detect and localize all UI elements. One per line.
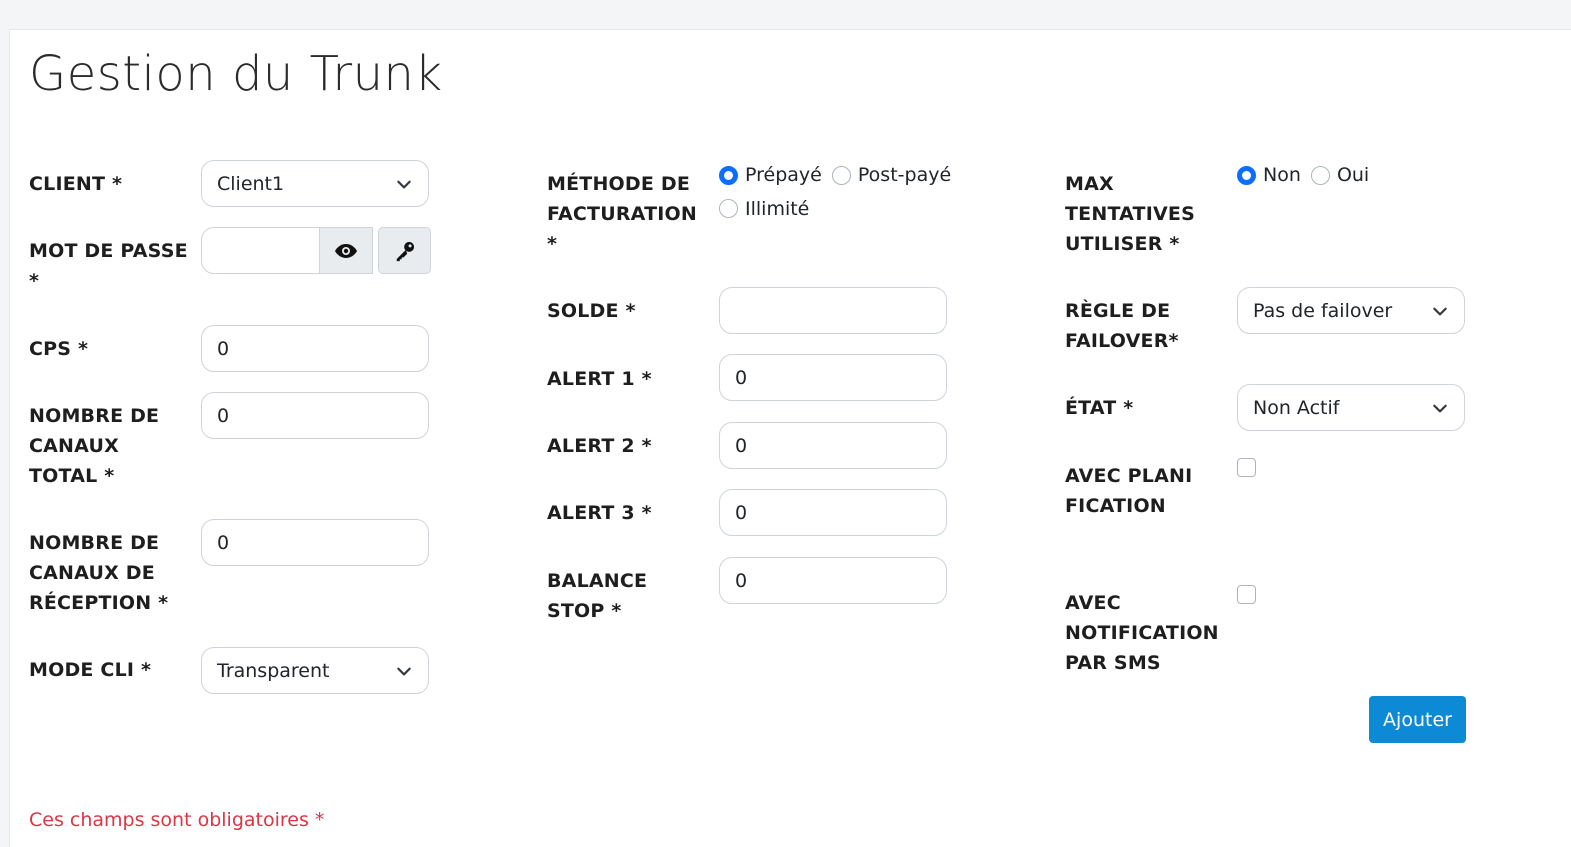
max-attempts-option-no[interactable]: Non (1237, 160, 1301, 190)
failover-rule-select[interactable]: Pas de failover (1237, 287, 1465, 334)
cli-mode-select[interactable]: Transparent (201, 647, 429, 694)
alert3-input[interactable] (719, 489, 947, 536)
failover-rule-label: RÈGLE DE FAILOVER* (1065, 300, 1179, 352)
billing-method-radios: Prépayé Post-payé Illimité (719, 160, 959, 227)
reception-channels-input[interactable] (201, 519, 429, 566)
planning-checkbox[interactable] (1237, 458, 1256, 477)
cli-mode-label: MODE CLI * (29, 659, 152, 681)
cps-label: CPS * (29, 338, 89, 360)
chevron-down-icon (397, 180, 411, 188)
client-select-value: Client1 (217, 172, 285, 195)
radio-label: Oui (1336, 164, 1370, 186)
password-label: MOT DE PASSE * (29, 240, 188, 292)
radio-label: Non (1263, 164, 1301, 186)
alert3-label: ALERT 3 * (547, 502, 652, 524)
radio-label: Post-payé (857, 164, 952, 186)
balance-input[interactable] (719, 287, 947, 334)
radio-label: Illimité (745, 197, 810, 220)
max-attempts-label: MAX TENTATIVES UTILISER * (1065, 173, 1195, 255)
alert2-input[interactable] (719, 422, 947, 469)
page-title: Gestion du Trunk (29, 46, 443, 102)
cps-input[interactable] (201, 325, 429, 372)
radio-label: Prépayé (745, 164, 822, 186)
radio-button[interactable] (719, 165, 738, 185)
required-fields-note: Ces champs sont obligatoires * (29, 809, 325, 831)
key-icon (396, 241, 414, 261)
reception-channels-label: NOMBRE DE CANAUX DE RÉCEPTION * (29, 532, 169, 614)
radio-button[interactable] (1237, 165, 1256, 185)
client-select[interactable]: Client1 (201, 160, 429, 207)
failover-rule-select-value: Pas de failover (1253, 299, 1393, 322)
planning-label: AVEC PLANIFICATION (1065, 465, 1193, 517)
max-attempts-option-yes[interactable]: Oui (1310, 160, 1370, 190)
password-group (201, 227, 431, 274)
billing-option-prepaid[interactable]: Prépayé (719, 160, 822, 190)
billing-option-unlimited[interactable]: Illimité (719, 194, 809, 224)
alert1-input[interactable] (719, 354, 947, 401)
radio-button[interactable] (831, 165, 851, 185)
balance-label: SOLDE * (547, 300, 636, 322)
radio-button[interactable] (719, 199, 738, 218)
state-label: ÉTAT * (1065, 397, 1134, 419)
client-label: CLIENT * (29, 173, 123, 195)
cli-mode-select-value: Transparent (217, 659, 330, 682)
generate-password-button[interactable] (378, 227, 431, 274)
billing-option-postpaid[interactable]: Post-payé (831, 160, 952, 190)
show-password-button[interactable] (320, 227, 373, 274)
chevron-down-icon (1433, 404, 1447, 412)
state-select[interactable]: Non Actif (1237, 384, 1465, 431)
chevron-down-icon (397, 667, 411, 675)
chevron-down-icon (1433, 307, 1447, 315)
balance-stop-label: BALANCE STOP * (547, 570, 648, 622)
alert2-label: ALERT 2 * (547, 435, 652, 457)
total-channels-input[interactable] (201, 392, 429, 439)
total-channels-label: NOMBRE DE CANAUX TOTAL * (29, 405, 160, 487)
billing-method-label: MÉTHODE DE FACTURATION * (547, 173, 697, 255)
alert1-label: ALERT 1 * (547, 368, 652, 390)
state-select-value: Non Actif (1253, 396, 1340, 419)
sms-notification-checkbox[interactable] (1237, 585, 1256, 604)
max-attempts-radios: Non Oui (1237, 160, 1437, 194)
balance-stop-input[interactable] (719, 557, 947, 604)
add-button[interactable]: Ajouter (1369, 696, 1466, 743)
radio-button[interactable] (1310, 165, 1330, 185)
sms-notification-label: AVEC NOTIFICATION PAR SMS (1065, 592, 1219, 674)
password-input[interactable] (201, 227, 320, 274)
eye-icon (335, 243, 357, 258)
